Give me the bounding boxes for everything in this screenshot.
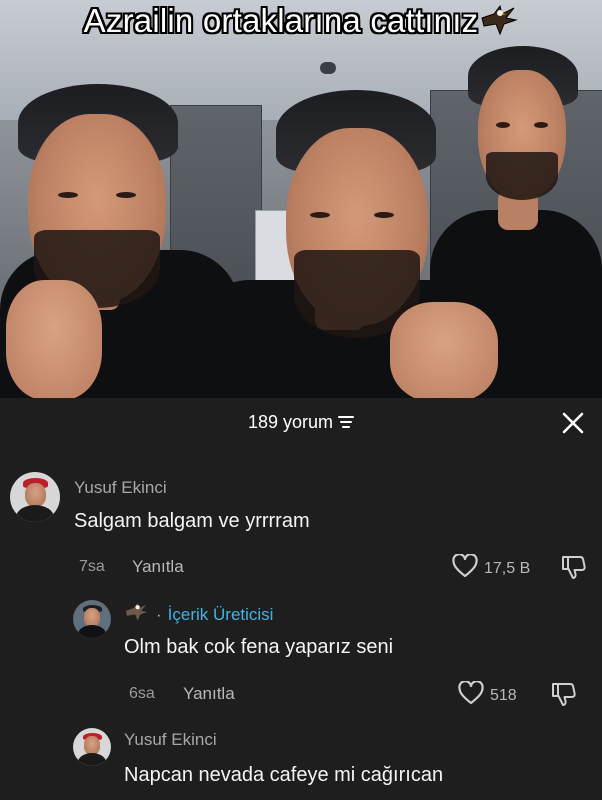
heart-icon [458, 680, 484, 710]
comment-text: Napcan nevada cafeye mi cağırıcan [124, 764, 444, 786]
comment-reply-item: · İçerik Üreticisi Olm bak cok fena yapa… [0, 598, 602, 718]
comment-reply-item: Yusuf Ekinci Napcan nevada cafeye mi cağ… [0, 726, 602, 800]
video-caption: Azrailin ortaklarına cattınız [0, 2, 602, 44]
creator-separator: · [156, 604, 162, 624]
reply-button[interactable]: Yanıtla [183, 684, 235, 704]
eagle-emoji-icon [480, 4, 519, 44]
eagle-emoji-icon [124, 601, 150, 628]
like-button[interactable]: 518 [458, 680, 517, 710]
avatar[interactable] [73, 728, 111, 766]
reply-button[interactable]: Yanıtla [132, 557, 184, 577]
comments-sheet: 189 yorum Yusuf Ekinci Salgam balgam ve … [0, 398, 602, 800]
comment-text: Olm bak cok fena yaparız seni [124, 636, 394, 658]
comment-username[interactable]: Yusuf Ekinci [124, 730, 217, 750]
comment-time: 7sa [79, 558, 105, 575]
creator-avatar[interactable] [73, 600, 111, 638]
comments-header: 189 yorum [0, 398, 602, 448]
dislike-icon[interactable] [560, 554, 588, 585]
comment-username[interactable]: Yusuf Ekinci [74, 478, 167, 498]
screen: Azrailin ortaklarına cattınız 189 yorum … [0, 0, 602, 800]
like-button[interactable]: 17,5 B [452, 553, 531, 583]
like-count: 518 [490, 686, 517, 704]
security-camera-icon [320, 62, 336, 74]
dislike-icon[interactable] [550, 681, 578, 712]
creator-badge: İçerik Üreticisi [167, 604, 274, 624]
comment-item: Yusuf Ekinci Salgam balgam ve yrrrram 7s… [0, 470, 602, 590]
sort-icon[interactable] [338, 413, 355, 434]
avatar[interactable] [10, 472, 60, 522]
comment-text: Salgam balgam ve yrrrram [74, 510, 310, 532]
comment-count-label: 189 yorum [247, 412, 334, 432]
video-player[interactable]: Azrailin ortaklarına cattınız [0, 0, 602, 400]
video-caption-text: Azrailin ortaklarına cattınız [83, 2, 479, 39]
comment-count[interactable]: 189 yorum [0, 412, 602, 434]
close-icon[interactable] [560, 410, 586, 436]
comment-time: 6sa [129, 685, 155, 702]
creator-header: · İçerik Üreticisi [124, 601, 273, 628]
like-count: 17,5 B [484, 559, 531, 577]
heart-icon [452, 553, 478, 583]
